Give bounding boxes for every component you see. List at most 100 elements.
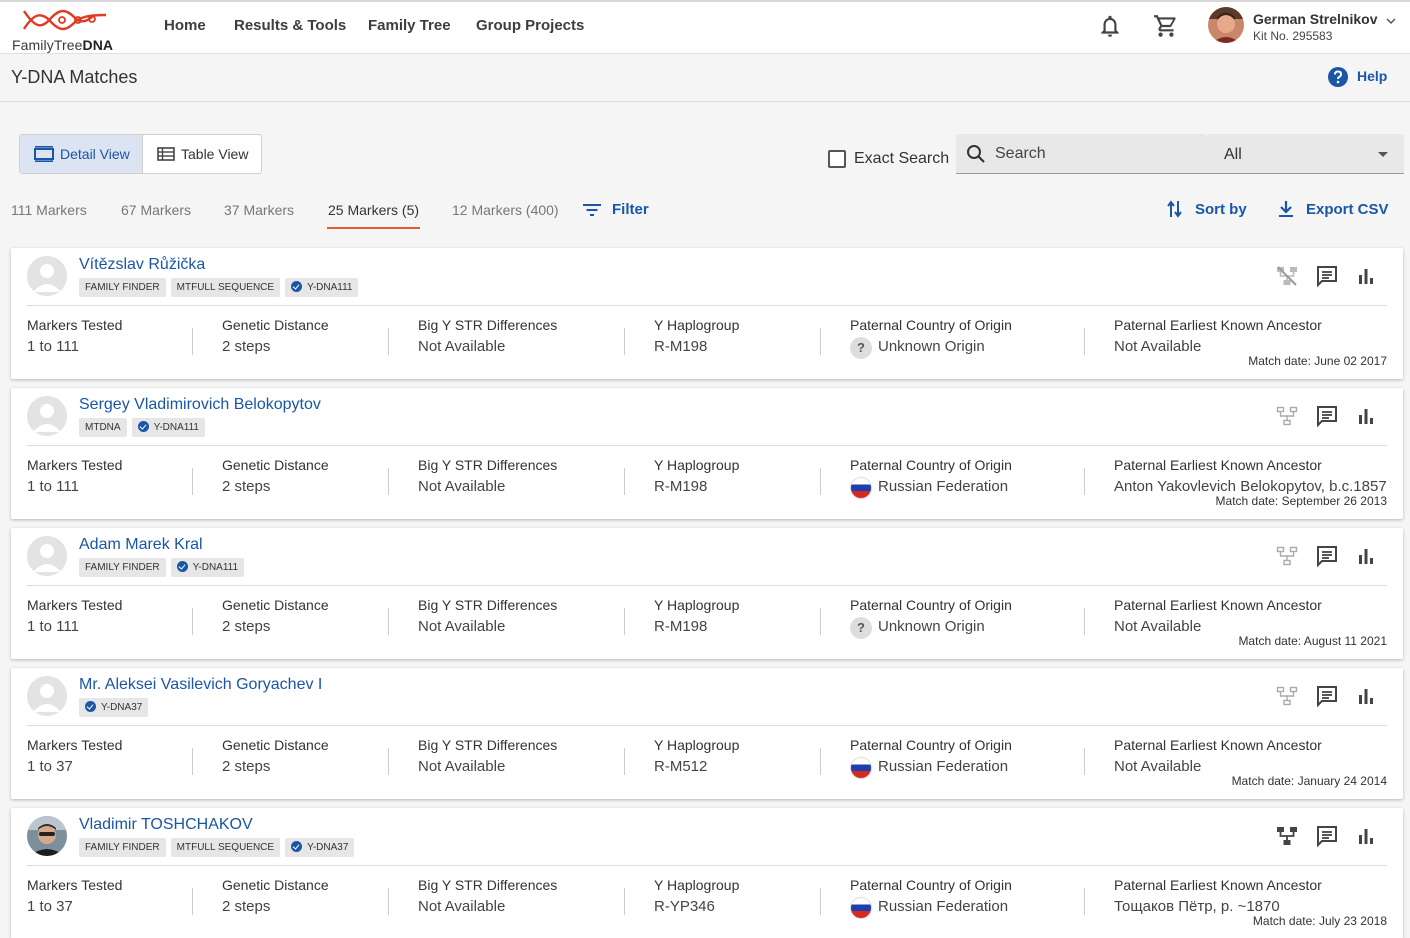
match-name[interactable]: Vítězslav Růžička <box>79 256 205 274</box>
genetic-distance-value[interactable]: 2 steps <box>222 758 270 775</box>
haplogroup-value: R-M512 <box>654 758 708 775</box>
table-view-button[interactable]: Table View <box>143 135 261 173</box>
verified-check-icon <box>176 561 188 572</box>
active-tab-indicator <box>327 227 420 229</box>
haplogroup-label: Y Haplogroup <box>654 457 740 473</box>
user-avatar[interactable] <box>1208 7 1244 43</box>
column-divider <box>192 328 193 355</box>
kit-number: Kit No. 295583 <box>1253 29 1333 43</box>
family-tree-icon[interactable] <box>1275 684 1299 708</box>
chevron-down-icon[interactable] <box>1385 16 1397 26</box>
bell-icon[interactable] <box>1097 13 1123 39</box>
test-tag: Y-DNA111 <box>170 558 245 577</box>
family-tree-icon[interactable] <box>1275 544 1299 568</box>
match-test-tags: FAMILY FINDER MTFULL SEQUENCE Y-DNA111 <box>79 278 359 297</box>
test-tag: FAMILY FINDER <box>79 558 166 577</box>
tab-67-markers[interactable]: 67 Markers <box>121 202 191 218</box>
markers-tested-value: 1 to 111 <box>27 478 79 495</box>
country-of-origin-label: Paternal Country of Origin <box>850 737 1012 753</box>
column-divider <box>1084 328 1085 355</box>
table-view-icon <box>157 147 175 161</box>
earliest-ancestor-value: Not Available <box>1114 758 1202 775</box>
tab-12-markers[interactable]: 12 Markers (400) <box>452 202 559 218</box>
notes-icon[interactable] <box>1315 544 1339 568</box>
haplogroup-label: Y Haplogroup <box>654 877 740 893</box>
genetic-distance-value[interactable]: 2 steps <box>222 898 270 915</box>
nav-results-tools[interactable]: Results & Tools <box>234 17 346 34</box>
tab-111-markers[interactable]: 111 Markers <box>11 202 87 218</box>
search-scope-select[interactable]: All <box>1224 146 1242 164</box>
notes-icon[interactable] <box>1315 264 1339 288</box>
match-avatar <box>27 536 67 576</box>
shopping-cart-icon[interactable] <box>1153 13 1179 39</box>
filter-icon[interactable] <box>582 202 602 218</box>
exact-search-label[interactable]: Exact Search <box>854 150 949 168</box>
family-tree-icon[interactable] <box>1275 404 1299 428</box>
card-divider <box>27 305 1387 306</box>
haplogroup-label: Y Haplogroup <box>654 737 740 753</box>
match-name[interactable]: Adam Marek Kral <box>79 536 203 554</box>
russia-flag-icon <box>850 477 872 499</box>
test-tag: Y-DNA111 <box>285 278 359 297</box>
column-divider <box>624 748 625 775</box>
filter-button[interactable]: Filter <box>612 201 649 218</box>
markers-tested-label: Markers Tested <box>27 737 123 753</box>
sort-icon[interactable] <box>1166 199 1184 219</box>
exact-search-checkbox[interactable] <box>828 150 846 168</box>
match-actions <box>1275 544 1387 568</box>
export-csv-button[interactable]: Export CSV <box>1306 201 1389 218</box>
country-of-origin-value: Russian Federation <box>878 758 1009 775</box>
earliest-ancestor-label: Paternal Earliest Known Ancestor <box>1114 877 1322 893</box>
column-divider <box>388 328 389 355</box>
genetic-distance-value[interactable]: 2 steps <box>222 478 270 495</box>
sort-by-button[interactable]: Sort by <box>1195 201 1247 218</box>
tab-25-markers[interactable]: 25 Markers (5) <box>328 202 419 218</box>
bar-chart-icon[interactable] <box>1354 404 1378 428</box>
match-name[interactable]: Vladimir TOSHCHAKOV <box>79 816 253 834</box>
family-tree-icon[interactable] <box>1275 264 1299 288</box>
bar-chart-icon[interactable] <box>1354 264 1378 288</box>
help-link[interactable]: Help <box>1357 68 1387 84</box>
genetic-distance-value[interactable]: 2 steps <box>222 618 270 635</box>
notes-icon[interactable] <box>1315 404 1339 428</box>
help-icon[interactable] <box>1327 66 1349 88</box>
column-divider <box>820 888 821 915</box>
russia-flag-icon <box>850 897 872 919</box>
familytreedna-logo[interactable]: FamilyTreeDNA <box>12 5 122 53</box>
earliest-ancestor-value: Anton Yakovlevich Belokopytov, b.c.1857 <box>1114 478 1387 495</box>
bar-chart-icon[interactable] <box>1354 544 1378 568</box>
match-name[interactable]: Sergey Vladimirovich Belokopytov <box>79 396 321 414</box>
user-name[interactable]: German Strelnikov <box>1253 11 1378 27</box>
notes-icon[interactable] <box>1315 684 1339 708</box>
family-tree-icon[interactable] <box>1275 824 1299 848</box>
bigy-str-label: Big Y STR Differences <box>418 457 558 473</box>
card-divider <box>27 865 1387 866</box>
bar-chart-icon[interactable] <box>1354 684 1378 708</box>
nav-family-tree[interactable]: Family Tree <box>368 17 451 34</box>
download-icon[interactable] <box>1278 200 1294 218</box>
nav-home[interactable]: Home <box>164 17 206 34</box>
column-divider <box>820 608 821 635</box>
bar-chart-icon[interactable] <box>1354 824 1378 848</box>
column-divider <box>388 748 389 775</box>
markers-tested-value: 1 to 37 <box>27 758 73 775</box>
detail-view-button[interactable]: Detail View <box>20 135 143 173</box>
earliest-ancestor-value: Тощаков Пётр, р. ~1870 <box>1114 898 1280 915</box>
test-tag: Y-DNA37 <box>285 838 355 857</box>
match-avatar <box>27 396 67 436</box>
match-name[interactable]: Mr. Aleksei Vasilevich Goryachev I <box>79 676 322 694</box>
unknown-origin-icon: ? <box>850 617 872 639</box>
column-divider <box>624 468 625 495</box>
card-divider <box>27 725 1387 726</box>
search-input[interactable] <box>995 143 1155 165</box>
tab-37-markers[interactable]: 37 Markers <box>224 202 294 218</box>
bigy-str-value: Not Available <box>418 758 506 775</box>
match-date: Match date: August 11 2021 <box>1238 634 1387 648</box>
notes-icon[interactable] <box>1315 824 1339 848</box>
match-actions <box>1275 684 1387 708</box>
dropdown-caret-icon[interactable] <box>1377 151 1389 158</box>
test-tag: MTFULL SEQUENCE <box>170 838 281 857</box>
genetic-distance-value[interactable]: 2 steps <box>222 338 270 355</box>
nav-group-projects[interactable]: Group Projects <box>476 17 584 34</box>
search-field: All <box>956 134 1404 174</box>
